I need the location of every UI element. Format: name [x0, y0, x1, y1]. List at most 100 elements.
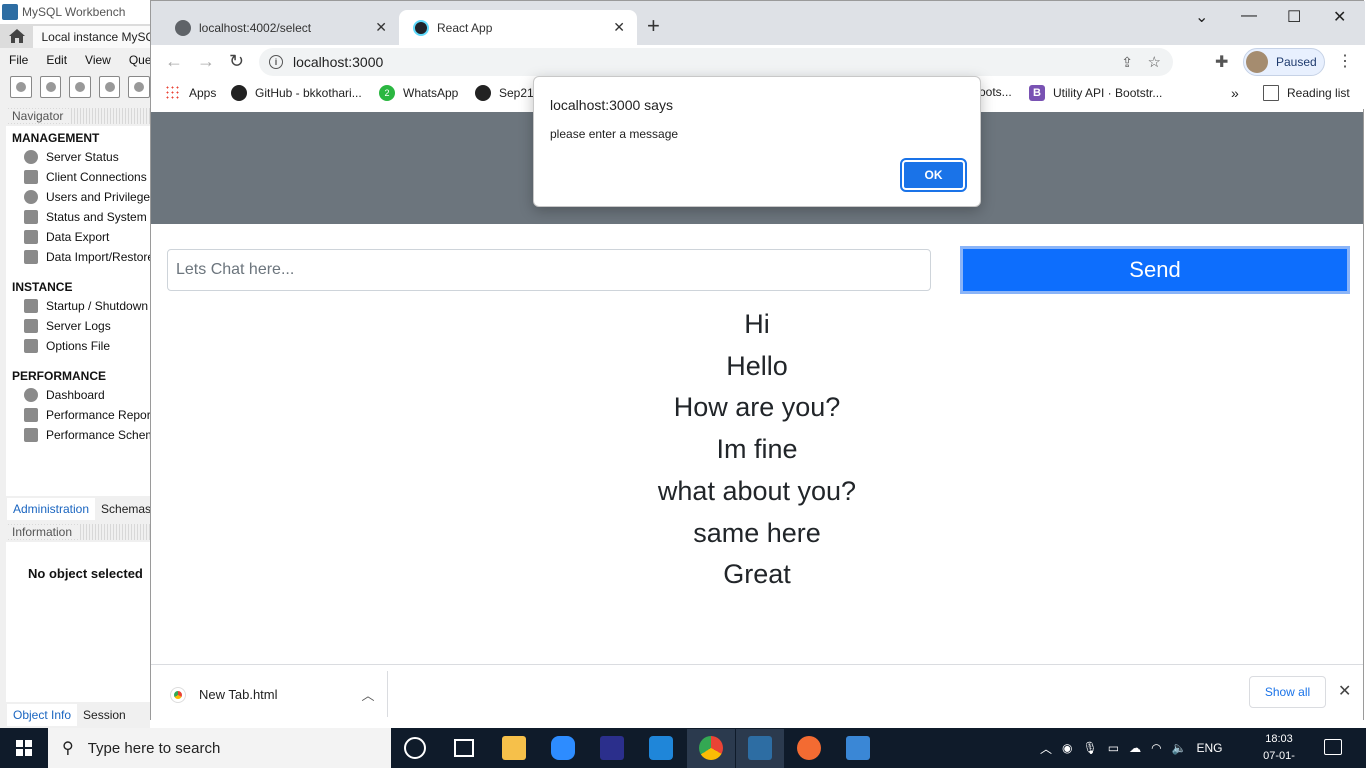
nav-status-variables[interactable]: Status and System Variables: [24, 210, 150, 224]
bookmark-bootstrap-partial[interactable]: oots...: [979, 85, 1012, 99]
bookmark-whatsapp[interactable]: 2 WhatsApp: [379, 85, 458, 101]
client-connections-icon: [24, 170, 38, 184]
task-view-icon[interactable]: [454, 739, 474, 757]
open-sql-script-icon[interactable]: [39, 76, 62, 98]
menu-edit[interactable]: Edit: [46, 53, 67, 67]
tab-administration[interactable]: Administration: [7, 498, 96, 520]
nav-users-privileges[interactable]: Users and Privileges: [24, 190, 150, 204]
bookmark-apps[interactable]: Apps: [165, 85, 216, 101]
photos-icon[interactable]: [846, 736, 870, 760]
reload-icon[interactable]: ↻: [229, 51, 244, 72]
clock-time: 18:03: [1265, 733, 1293, 745]
app-icon[interactable]: [600, 736, 624, 760]
chat-message: Hi: [744, 309, 770, 339]
nav-label: Server Logs: [46, 319, 111, 333]
inspect-object-icon[interactable]: [69, 76, 91, 98]
postman-icon[interactable]: [797, 736, 821, 760]
navigator-tabs: Administration Schemas: [7, 498, 157, 520]
vscode-icon[interactable]: [649, 736, 673, 760]
information-label: Information: [6, 525, 79, 539]
tab-object-info[interactable]: Object Info: [7, 704, 78, 726]
dialog-message: please enter a message: [550, 127, 679, 141]
bookmark-utility-api[interactable]: B Utility API · Bootstr...: [1029, 85, 1162, 101]
send-button[interactable]: Send: [960, 246, 1350, 294]
minimize-button[interactable]: —: [1241, 7, 1257, 25]
nav-client-connections[interactable]: Client Connections: [24, 170, 147, 184]
download-bar: New Tab.html ︿ Show all ✕: [151, 664, 1363, 720]
connection-tab[interactable]: Local instance MySQL: [33, 26, 150, 48]
chrome-taskbar-icon[interactable]: [699, 736, 723, 760]
chat-message: what about you?: [657, 475, 857, 506]
nav-data-import[interactable]: Data Import/Restore: [24, 250, 150, 264]
menu-view[interactable]: View: [85, 53, 111, 67]
warning-icon: [24, 319, 38, 333]
battery-icon[interactable]: ▭: [1108, 741, 1119, 755]
nav-performance-schema[interactable]: Performance Schema Setup: [24, 428, 150, 442]
profile-button[interactable]: Paused: [1243, 48, 1325, 76]
new-sql-tab-icon[interactable]: [10, 76, 32, 98]
tab-localhost-4002[interactable]: localhost:4002/select ✕: [161, 10, 399, 45]
download-divider: [387, 671, 388, 717]
extensions-icon[interactable]: ✚: [1215, 52, 1228, 72]
nav-data-export[interactable]: Data Export: [24, 230, 109, 244]
mysql-workbench-icon[interactable]: [748, 736, 772, 760]
close-download-bar-icon[interactable]: ✕: [1338, 681, 1351, 701]
nav-options-file[interactable]: Options File: [24, 339, 110, 353]
create-table-icon[interactable]: [128, 76, 150, 98]
onedrive-icon[interactable]: ☁: [1129, 741, 1141, 755]
menu-file[interactable]: File: [9, 53, 28, 67]
microphone-icon[interactable]: 🎙: [1083, 741, 1098, 755]
bookmark-star-icon[interactable]: ☆: [1148, 53, 1161, 71]
dashboard-icon: [24, 388, 38, 402]
clock[interactable]: 18:03 07-01-2022: [1254, 731, 1304, 768]
system-tray: ︿ ◉ 🎙 ▭ ☁ ◠ 🔈 ENG: [1040, 728, 1223, 768]
workbench-titlebar: MySQL Workbench: [0, 0, 150, 24]
chat-message-input[interactable]: [167, 249, 931, 291]
dialog-ok-button[interactable]: OK: [900, 158, 967, 192]
maximize-button[interactable]: ☐: [1287, 7, 1301, 27]
nav-server-status[interactable]: Server Status: [24, 150, 119, 164]
tab-react-app[interactable]: React App ✕: [399, 10, 637, 45]
back-icon[interactable]: ←: [165, 51, 183, 72]
tab-schemas[interactable]: Schemas: [95, 498, 157, 520]
home-icon[interactable]: [0, 28, 33, 44]
address-bar[interactable]: i localhost:3000 ⇪ ☆: [259, 48, 1173, 76]
close-window-button[interactable]: ✕: [1333, 7, 1346, 27]
wifi-icon[interactable]: ◠: [1151, 741, 1161, 755]
site-info-icon[interactable]: i: [269, 55, 283, 69]
meet-now-icon[interactable]: ◉: [1062, 741, 1072, 755]
download-item[interactable]: New Tab.html ︿: [170, 685, 375, 704]
bookmark-sep21[interactable]: Sep21: [475, 85, 534, 101]
profile-label: Paused: [1276, 55, 1317, 69]
server-status-icon: [24, 150, 38, 164]
chrome-menu-icon[interactable]: ⋮: [1337, 51, 1353, 71]
chevron-up-icon[interactable]: ︿: [1040, 740, 1052, 757]
zoom-icon[interactable]: [551, 736, 575, 760]
more-bookmarks-icon[interactable]: »: [1231, 85, 1239, 101]
bookmark-github[interactable]: GitHub - bkkothari...: [231, 85, 362, 101]
create-schema-icon[interactable]: [98, 76, 121, 98]
nav-startup-shutdown[interactable]: Startup / Shutdown: [24, 299, 148, 313]
taskbar-search[interactable]: ⚲ Type here to search: [48, 728, 391, 768]
notifications-icon[interactable]: [1324, 739, 1342, 755]
chevron-up-icon[interactable]: ︿: [362, 685, 375, 704]
forward-icon[interactable]: →: [197, 51, 215, 72]
language-indicator[interactable]: ENG: [1197, 741, 1223, 755]
new-tab-button[interactable]: +: [647, 15, 660, 37]
nav-dashboard[interactable]: Dashboard: [24, 388, 105, 402]
cortana-icon[interactable]: [404, 737, 426, 759]
volume-icon[interactable]: 🔈: [1172, 741, 1187, 755]
tab-search-icon[interactable]: ⌄: [1195, 7, 1208, 27]
close-tab-icon[interactable]: ✕: [613, 19, 625, 36]
reading-list-button[interactable]: Reading list: [1263, 85, 1350, 101]
nav-performance-reports[interactable]: Performance Reports: [24, 408, 150, 422]
tab-session[interactable]: Session: [77, 704, 132, 726]
nav-label: Server Status: [46, 150, 119, 164]
nav-server-logs[interactable]: Server Logs: [24, 319, 111, 333]
show-all-button[interactable]: Show all: [1249, 676, 1326, 708]
globe-icon: [175, 19, 191, 36]
start-button[interactable]: [0, 728, 48, 768]
close-tab-icon[interactable]: ✕: [375, 19, 387, 36]
share-icon[interactable]: ⇪: [1121, 54, 1133, 71]
file-explorer-icon[interactable]: [502, 736, 526, 760]
